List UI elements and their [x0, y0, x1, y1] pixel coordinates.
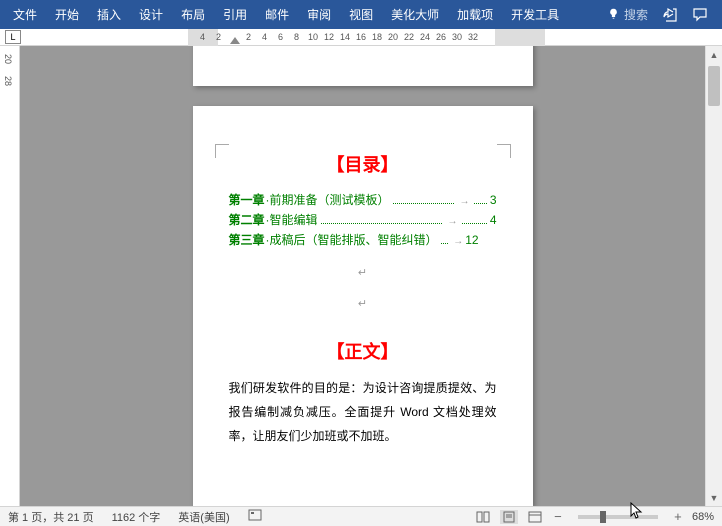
document-page-prev[interactable] — [193, 46, 533, 86]
zoom-slider-thumb[interactable] — [600, 511, 606, 523]
tab-arrow-icon: → — [453, 236, 463, 247]
toc-entry[interactable]: 第三章 ·成稿后（智能排版、智能纠错） → 12 — [229, 231, 497, 248]
paragraph-mark-icon: ↵ — [223, 297, 503, 310]
menu-home[interactable]: 开始 — [46, 0, 88, 29]
scroll-up-button[interactable]: ▲ — [706, 46, 722, 63]
status-bar: 第 1 页，共 21 页 1162 个字 英语(美国) − + 68% — [0, 506, 722, 526]
margin-corner-icon — [215, 144, 229, 158]
menu-addins[interactable]: 加载项 — [448, 0, 502, 29]
toc-leader — [474, 195, 486, 204]
toc-leader — [441, 235, 449, 244]
menu-beautify[interactable]: 美化大师 — [382, 0, 448, 29]
comments-icon[interactable] — [692, 7, 708, 23]
toc-page: 12 — [465, 233, 478, 247]
toc-name: ·成稿后（智能排版、智能纠错） — [266, 231, 438, 248]
paragraph-mark-icon: ↵ — [223, 266, 503, 279]
toc-chapter: 第一章 — [229, 191, 265, 208]
view-read-mode-button[interactable] — [474, 510, 492, 524]
view-web-layout-button[interactable] — [526, 510, 544, 524]
document-page[interactable]: 【目录】 第一章 ·前期准备（测试模板） → 3 第二章 ·智能编辑 → 4 第… — [193, 106, 533, 506]
scroll-down-button[interactable]: ▼ — [706, 489, 722, 506]
menu-bar: 文件 开始 插入 设计 布局 引用 邮件 审阅 视图 美化大师 加载项 开发工具… — [0, 0, 722, 29]
toc-leader — [393, 195, 455, 204]
zoom-out-button[interactable]: − — [552, 509, 564, 524]
tab-selector[interactable]: L — [5, 30, 21, 44]
view-print-layout-button[interactable] — [500, 510, 518, 524]
scroll-thumb[interactable] — [708, 66, 720, 106]
toc-heading[interactable]: 【目录】 — [223, 151, 503, 177]
tab-arrow-icon: → — [459, 196, 469, 207]
menu-layout[interactable]: 布局 — [172, 0, 214, 29]
menu-design[interactable]: 设计 — [130, 0, 172, 29]
zoom-level[interactable]: 68% — [692, 511, 714, 523]
toc-page: 4 — [490, 213, 497, 227]
status-page[interactable]: 第 1 页，共 21 页 — [8, 509, 94, 525]
menu-insert[interactable]: 插入 — [88, 0, 130, 29]
tab-arrow-icon: → — [447, 216, 457, 227]
toc-chapter: 第二章 — [229, 211, 265, 228]
toc-chapter: 第三章 — [229, 231, 265, 248]
menu-review[interactable]: 审阅 — [298, 0, 340, 29]
indent-marker[interactable] — [230, 37, 240, 44]
document-workspace: 20 28 【目录】 第一章 ·前期准备（测试模板） → 3 第二章 ·智能编辑… — [0, 46, 705, 506]
toc-name: ·智能编辑 — [266, 211, 318, 228]
menu-view[interactable]: 视图 — [340, 0, 382, 29]
body-heading[interactable]: 【正文】 — [223, 338, 503, 364]
menu-developer[interactable]: 开发工具 — [502, 0, 568, 29]
zoom-slider[interactable] — [578, 515, 658, 519]
lightbulb-icon — [607, 8, 620, 21]
ruler-scale: 4 2 2 4 6 8 10 12 14 16 18 20 22 24 26 3… — [188, 29, 702, 46]
horizontal-ruler[interactable]: L 4 2 2 4 6 8 10 12 14 16 18 20 22 24 26… — [0, 29, 722, 46]
body-paragraph[interactable]: 我们研发软件的目的是：为设计咨询提质提效、为报告编制减负减压。全面提升 Word… — [229, 376, 497, 448]
toc-entry[interactable]: 第一章 ·前期准备（测试模板） → 3 — [229, 191, 497, 208]
toc-leader — [321, 215, 443, 224]
share-icon[interactable] — [662, 7, 678, 23]
status-macro-icon[interactable] — [248, 509, 262, 524]
menu-mailings[interactable]: 邮件 — [256, 0, 298, 29]
status-language[interactable]: 英语(美国) — [178, 509, 229, 525]
toc-leader — [462, 215, 486, 224]
zoom-in-button[interactable]: + — [672, 509, 684, 524]
vertical-scrollbar[interactable]: ▲ ▼ — [705, 46, 722, 506]
search-placeholder: 搜索 — [624, 6, 648, 23]
menu-file[interactable]: 文件 — [4, 0, 46, 29]
toc-entry[interactable]: 第二章 ·智能编辑 → 4 — [229, 211, 497, 228]
menu-references[interactable]: 引用 — [214, 0, 256, 29]
toc-page: 3 — [490, 193, 497, 207]
toc-name: ·前期准备（测试模板） — [266, 191, 390, 208]
vertical-ruler[interactable]: 20 28 — [0, 46, 20, 506]
tell-me-search[interactable]: 搜索 — [607, 6, 648, 23]
margin-corner-icon — [497, 144, 511, 158]
status-word-count[interactable]: 1162 个字 — [112, 509, 161, 525]
page-area[interactable]: 【目录】 第一章 ·前期准备（测试模板） → 3 第二章 ·智能编辑 → 4 第… — [20, 46, 705, 506]
